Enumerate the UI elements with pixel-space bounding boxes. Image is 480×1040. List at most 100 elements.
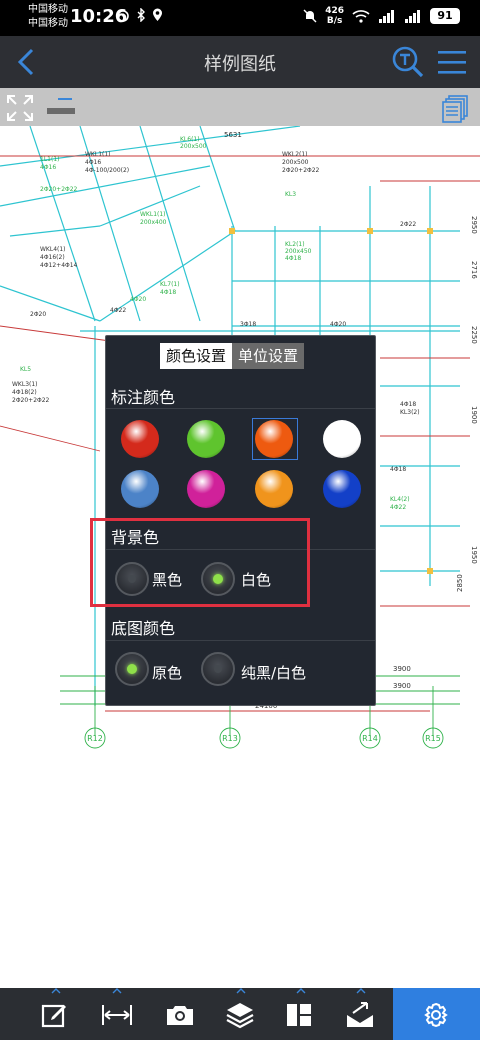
color-swatch-6[interactable]: [255, 470, 293, 508]
tab-color-settings[interactable]: 颜色设置: [160, 343, 233, 369]
svg-text:WKL1(1): WKL1(1): [140, 211, 166, 218]
base-mono-label[interactable]: 纯黑/白色: [241, 662, 306, 683]
color-swatch-1[interactable]: [187, 420, 225, 458]
dim-right: 2250: [470, 326, 478, 344]
dim-bottom: 3900: [393, 665, 411, 673]
title-bar: 样例图纸: [0, 36, 480, 88]
base-mono-radio[interactable]: [201, 652, 235, 686]
highlight-box: [90, 518, 310, 607]
carrier-1: 中国移动: [28, 4, 68, 15]
beam-label: 4Φ20: [330, 321, 346, 328]
chevron-up-icon: [112, 988, 122, 994]
net-speed-unit: B/s: [326, 16, 343, 26]
drawing-toolbar: [0, 88, 480, 126]
annotate-tool-button[interactable]: [25, 988, 85, 1040]
beam-label: 2Φ22: [400, 221, 416, 228]
layout-tool-button[interactable]: [270, 988, 330, 1040]
base-original-label[interactable]: 原色: [152, 662, 182, 683]
layout-icon: [287, 1004, 311, 1026]
chevron-up-icon: [356, 988, 366, 994]
beam-label: 2Φ20: [30, 311, 46, 318]
dim-right: 1900: [470, 406, 478, 424]
svg-text:WKL4(1): WKL4(1): [40, 246, 66, 253]
status-bar: 中国移动 中国移动 10:26 426 B/s 91: [0, 0, 480, 36]
menu-button[interactable]: [434, 44, 470, 80]
settings-tool-button[interactable]: [393, 988, 480, 1040]
export-tool-button[interactable]: [330, 988, 390, 1040]
svg-text:4Φ16(2): 4Φ16(2): [40, 254, 65, 261]
axis-label: R15: [425, 734, 441, 743]
beam-label: 4Φ18: [390, 466, 406, 473]
location-icon: [153, 8, 162, 21]
svg-text:4Φ18: 4Φ18: [400, 401, 416, 408]
axis-label: R12: [87, 734, 103, 743]
signal-icon-1: [379, 10, 394, 23]
dim-right: 1950: [470, 546, 478, 564]
svg-text:WKL2(1): WKL2(1): [282, 151, 308, 158]
divider: [106, 640, 375, 641]
svg-text:4Φ18: 4Φ18: [285, 255, 301, 262]
chevron-up-icon: [236, 988, 246, 994]
status-right-icons: 426 B/s 91: [303, 6, 460, 26]
edit-icon: [41, 1004, 66, 1028]
beam-label: 4Φ22: [110, 307, 126, 314]
svg-text:2Φ20+2Φ22: 2Φ20+2Φ22: [12, 397, 50, 404]
export-icon: [347, 1002, 373, 1027]
svg-text:200x500: 200x500: [282, 159, 309, 166]
color-swatch-2[interactable]: [255, 420, 293, 458]
axis-label: R14: [362, 734, 378, 743]
annotation-color-label: 标注颜色: [111, 388, 176, 407]
wifi-icon: [352, 10, 370, 23]
settings-tabs: 颜色设置 单位设置: [160, 343, 305, 369]
alarm-icon: [117, 10, 129, 22]
tab-unit-settings[interactable]: 单位设置: [232, 343, 305, 369]
svg-text:4Φ-100/200(2): 4Φ-100/200(2): [85, 167, 129, 174]
svg-text:KL4(2): KL4(2): [390, 496, 410, 503]
net-speed: 426 B/s: [325, 6, 344, 26]
svg-text:KL3: KL3: [285, 191, 296, 198]
expand-icon: [7, 95, 33, 121]
chevron-up-icon: [51, 988, 61, 994]
measure-tool-button[interactable]: [86, 988, 146, 1040]
color-swatch-0[interactable]: [121, 420, 159, 458]
menu-icon: [438, 51, 466, 74]
svg-text:200x400: 200x400: [140, 219, 167, 226]
svg-text:200x500: 200x500: [180, 143, 207, 150]
mute-icon: [303, 9, 317, 23]
layers-icon: [226, 1003, 254, 1029]
svg-text:4Φ20: 4Φ20: [130, 296, 146, 303]
svg-text:2Φ20+2Φ22: 2Φ20+2Φ22: [282, 167, 320, 174]
bottom-toolbar: [0, 988, 480, 1040]
svg-text:4Φ22: 4Φ22: [390, 504, 406, 511]
color-swatch-7[interactable]: [323, 470, 361, 508]
color-swatch-5[interactable]: [187, 470, 225, 508]
svg-text:2Φ20+2Φ22: 2Φ20+2Φ22: [40, 186, 78, 193]
signal-icon-2: [405, 10, 420, 23]
net-speed-value: 426: [325, 6, 344, 16]
camera-tool-button[interactable]: [150, 988, 210, 1040]
dim-bottom: 3900: [393, 682, 411, 690]
base-original-radio[interactable]: [115, 652, 149, 686]
color-swatch-4[interactable]: [121, 470, 159, 508]
svg-text:4Φ18: 4Φ18: [160, 289, 176, 296]
svg-text:1L1(1): 1L1(1): [40, 156, 59, 163]
text-search-button[interactable]: [390, 44, 426, 80]
layers-tool-button[interactable]: [210, 988, 270, 1040]
dim-right: 2950: [470, 216, 478, 234]
fullscreen-button[interactable]: [6, 94, 34, 122]
svg-text:4Φ18(2): 4Φ18(2): [12, 389, 37, 396]
divider: [106, 408, 375, 409]
measure-icon: [102, 1005, 132, 1025]
svg-text:KL5: KL5: [20, 366, 31, 373]
beam-label: 3Φ18: [240, 321, 256, 328]
color-swatch-3[interactable]: [323, 420, 361, 458]
svg-text:WKL1(1): WKL1(1): [85, 151, 111, 158]
drawing-list-button[interactable]: [440, 94, 470, 124]
svg-text:WKL3(1): WKL3(1): [12, 381, 38, 388]
dim-right: 2850: [456, 574, 464, 592]
carrier-2: 中国移动: [28, 18, 68, 29]
base-color-label: 底图颜色: [111, 619, 176, 638]
bluetooth-icon: [137, 8, 145, 22]
ruler-icon: [47, 98, 75, 114]
status-left-icons: [116, 8, 163, 22]
